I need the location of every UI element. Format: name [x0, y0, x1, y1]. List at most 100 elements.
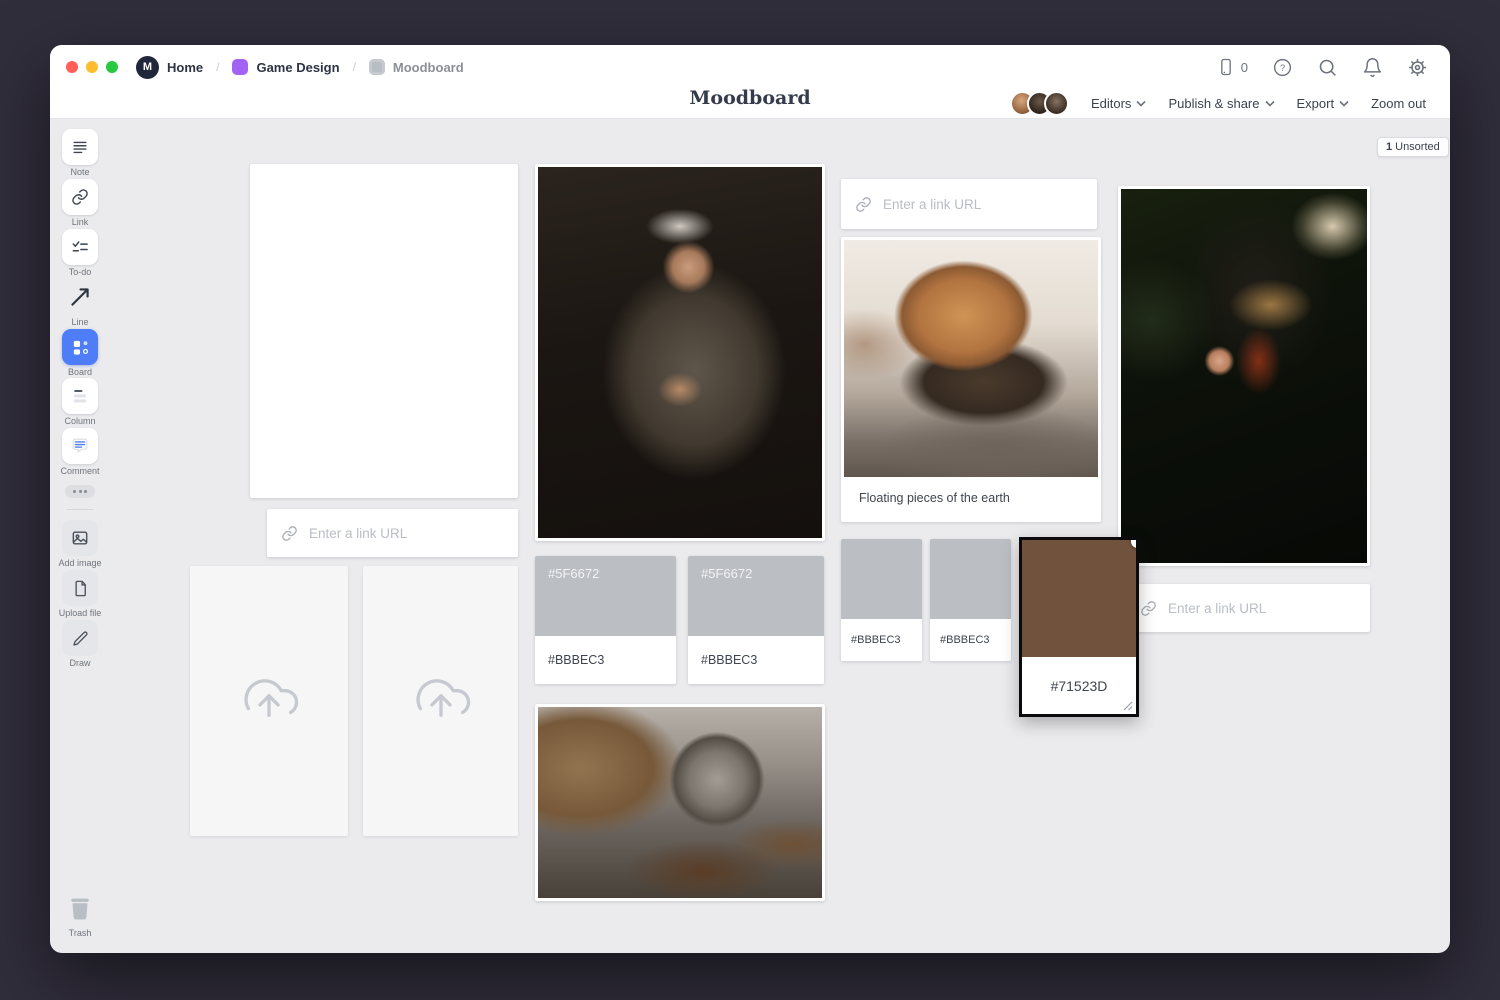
svg-text:?: ? [1280, 63, 1285, 73]
add-image-icon [62, 520, 98, 556]
tool-label: Comment [60, 467, 99, 477]
notifications-bell-icon[interactable] [1362, 57, 1383, 78]
tool-board-selected[interactable]: Board [62, 329, 98, 378]
top-bar: M Home / Game Design / Moodboard 0 ? [50, 45, 1450, 89]
tool-upload-file[interactable]: Upload file [59, 570, 102, 619]
tool-add-image[interactable]: Add image [58, 520, 101, 569]
tool-line[interactable]: Line [62, 279, 98, 328]
trash-icon [62, 890, 98, 926]
tool-column[interactable]: Column [62, 378, 98, 427]
editors-menu[interactable]: Editors [1091, 96, 1146, 111]
board-color-icon [232, 59, 248, 75]
link-icon [62, 179, 98, 215]
tool-label: Draw [69, 659, 90, 669]
color-swatch-card-selected[interactable]: #71523D [1019, 537, 1139, 717]
link-url-input[interactable] [1168, 601, 1356, 616]
header: M Home / Game Design / Moodboard 0 ? [50, 45, 1450, 119]
note-icon [62, 129, 98, 165]
breadcrumb-home[interactable]: Home [167, 60, 203, 75]
comment-icon [62, 428, 98, 464]
link-card[interactable] [1126, 584, 1370, 632]
tool-label: Trash [69, 929, 92, 939]
swatch-fill: #5F6672 [535, 556, 676, 636]
image-card-rock[interactable]: Floating pieces of the earth [841, 237, 1101, 522]
zoom-out-button[interactable]: Zoom out [1371, 96, 1426, 111]
trash-dropzone[interactable]: Trash [62, 890, 98, 939]
link-icon [855, 196, 872, 213]
editors-label: Editors [1091, 96, 1131, 111]
editor-avatars[interactable] [1010, 91, 1069, 116]
board-icon [62, 329, 98, 365]
resize-handle[interactable] [1122, 700, 1133, 711]
tool-label: To-do [69, 268, 92, 278]
swatch-fill: #5F6672 [688, 556, 824, 636]
man-photo [538, 167, 822, 538]
swatch-label: #BBBEC3 [688, 636, 824, 684]
color-swatch-card[interactable]: #5F6672 #BBBEC3 [688, 556, 824, 684]
chevron-down-icon [1136, 100, 1146, 107]
avatar [1044, 91, 1069, 116]
search-icon[interactable] [1317, 57, 1338, 78]
tool-label: Board [68, 368, 92, 378]
color-swatch-card-small[interactable]: #BBBEC3 [841, 539, 922, 661]
unsorted-badge[interactable]: 1Unsorted [1377, 137, 1449, 157]
tool-label: Add image [58, 559, 101, 569]
woman-photo [1121, 189, 1367, 563]
tool-sidebar: Note Link To-do [50, 119, 110, 953]
todo-icon [62, 229, 98, 265]
tool-label: Column [64, 417, 95, 427]
top-bar-actions: 0 ? [1216, 57, 1428, 78]
tool-todo[interactable]: To-do [62, 229, 98, 278]
unsorted-label: Unsorted [1395, 141, 1440, 153]
more-tools-button[interactable] [65, 485, 95, 498]
tool-label: Line [71, 318, 88, 328]
link-url-input[interactable] [309, 526, 504, 541]
image-card-man[interactable] [535, 164, 825, 541]
tool-note[interactable]: Note [62, 129, 98, 178]
link-card[interactable] [267, 509, 518, 557]
color-swatch-card-small[interactable]: #BBBEC3 [930, 539, 1011, 661]
image-card-helmet[interactable] [535, 704, 825, 901]
rock-photo [844, 240, 1098, 477]
chevron-down-icon [1339, 100, 1349, 107]
mobile-device-icon [1216, 57, 1236, 77]
breadcrumb: M Home / Game Design / Moodboard [136, 56, 464, 79]
link-card[interactable] [841, 179, 1097, 229]
swatch-label: #71523D [1022, 657, 1136, 714]
device-count[interactable]: 0 [1216, 57, 1248, 77]
swatch-overlay-text: #5F6672 [548, 566, 599, 581]
drag-handle-dot[interactable] [1131, 537, 1139, 548]
board-menu: Editors Publish & share Export Zoom out [1010, 91, 1450, 116]
unsorted-count: 1 [1386, 141, 1392, 153]
minimize-window-button[interactable] [86, 61, 98, 73]
board-canvas[interactable]: 1Unsorted #5F6672 #BBBEC3 #5F6 [50, 119, 1450, 953]
publish-share-menu[interactable]: Publish & share [1168, 96, 1274, 111]
breadcrumb-parent-board[interactable]: Game Design [256, 60, 339, 75]
swatch-overlay-text: #5F6672 [701, 566, 752, 581]
breadcrumb-current-board[interactable]: Moodboard [393, 60, 464, 75]
image-card-woman[interactable] [1118, 186, 1370, 566]
maximize-window-button[interactable] [106, 61, 118, 73]
app-logo-icon[interactable]: M [136, 56, 159, 79]
tool-label: Link [72, 218, 89, 228]
image-card-dragon[interactable] [250, 164, 518, 498]
upload-file-icon [62, 570, 98, 606]
swatch-fill [841, 539, 922, 619]
export-menu[interactable]: Export [1297, 96, 1350, 111]
upload-placeholder-card[interactable] [190, 566, 348, 836]
cloud-upload-icon [238, 670, 300, 732]
tool-comment[interactable]: Comment [60, 428, 99, 477]
close-window-button[interactable] [66, 61, 78, 73]
link-url-input[interactable] [883, 197, 1083, 212]
settings-gear-icon[interactable] [1407, 57, 1428, 78]
tool-link[interactable]: Link [62, 179, 98, 228]
upload-placeholder-card[interactable] [363, 566, 518, 836]
color-swatch-card[interactable]: #5F6672 #BBBEC3 [535, 556, 676, 684]
helmet-photo [538, 707, 822, 898]
dragon-photo [253, 167, 515, 495]
chevron-down-icon [1265, 100, 1275, 107]
export-label: Export [1297, 96, 1335, 111]
help-icon[interactable]: ? [1272, 57, 1293, 78]
tool-draw[interactable]: Draw [62, 620, 98, 669]
swatch-label: #BBBEC3 [841, 619, 922, 661]
